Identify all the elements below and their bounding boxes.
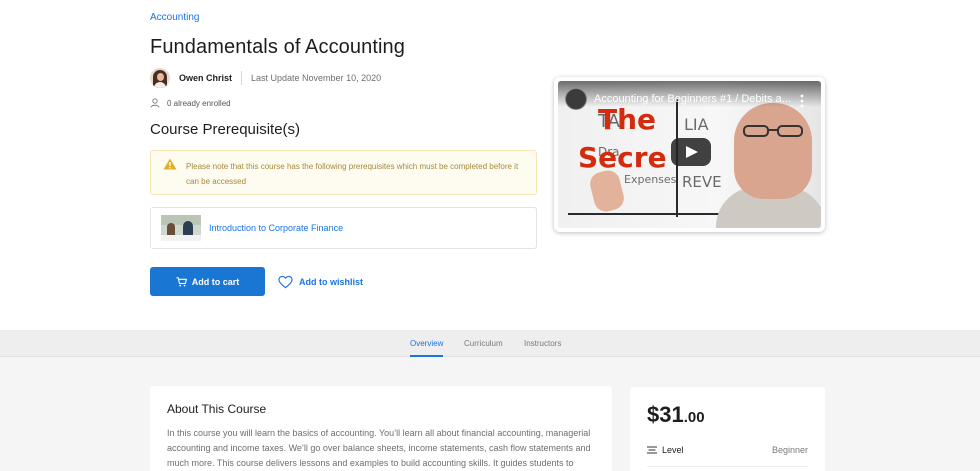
level-label: Level [662,445,684,455]
price-cents: .00 [683,409,705,426]
level-divider [647,466,808,467]
prerequisites-heading: Course Prerequisite(s) [150,121,301,138]
author-name[interactable]: Owen Christ [179,73,232,83]
prerequisite-notice: Please note that this course has the fol… [150,150,537,195]
course-tabs: Overview Curriculum Instructors [0,330,980,357]
about-heading: About This Course [167,402,267,416]
presenter-head [734,103,812,199]
meta-divider [241,71,243,85]
more-vertical-icon[interactable] [800,94,804,108]
enrolled-text: 0 already enrolled [167,98,231,108]
presenter-hand [587,167,627,215]
add-to-wishlist-label: Add to wishlist [299,277,363,287]
price-main: $31 [647,402,684,427]
board-word: Expenses [624,173,677,186]
tab-overview[interactable]: Overview [410,330,444,357]
play-icon [686,146,698,158]
channel-avatar[interactable] [565,88,587,110]
course-price: $31.00 [647,402,705,428]
prerequisite-thumbnail[interactable] [161,215,201,241]
add-to-cart-button[interactable]: Add to cart [150,267,265,296]
course-preview-video[interactable]: TA LIA Dra Expenses REVE The Secre Accou… [554,77,825,232]
price-card: $31.00 Level Beginner [630,387,825,471]
level-row: Level Beginner [647,445,808,455]
course-meta: Owen Christ Last Update November 10, 202… [150,67,381,89]
prerequisite-course-link[interactable]: Introduction to Corporate Finance [209,223,343,233]
user-icon [150,98,160,108]
tab-instructors[interactable]: Instructors [524,330,561,357]
course-title: Fundamentals of Accounting [150,36,405,58]
category-link[interactable]: Accounting [150,12,199,23]
course-header: Accounting Fundamentals of Accounting Ow… [0,0,980,330]
prerequisite-course-card[interactable]: Introduction to Corporate Finance [150,207,537,249]
tab-curriculum[interactable]: Curriculum [464,330,503,357]
warning-icon [163,158,177,170]
cart-icon [176,276,187,286]
video-title[interactable]: Accounting for Beginners #1 / Debits a..… [594,93,794,105]
board-word: REVE [682,173,722,191]
about-description: In this course you will learn the basics… [167,428,591,468]
video-frame[interactable]: TA LIA Dra Expenses REVE The Secre Accou… [558,81,821,228]
overlay-text: The [598,103,657,136]
notice-text: Please note that this course has the fol… [186,162,519,186]
level-value: Beginner [771,445,808,455]
add-to-wishlist-button[interactable]: Add to wishlist [278,272,363,292]
about-course-card: About This Course In this course you wil… [150,386,612,471]
play-button[interactable] [671,138,711,166]
last-update: Last Update November 10, 2020 [251,73,382,83]
overlay-text: Secre [578,141,667,174]
filter-icon [647,446,657,454]
add-to-cart-label: Add to cart [191,276,240,287]
board-word: LIA [684,115,709,134]
enrolled-count: 0 already enrolled [150,98,231,108]
heart-icon [278,275,293,289]
presenter-glasses [743,125,803,137]
author-avatar[interactable] [150,68,170,88]
